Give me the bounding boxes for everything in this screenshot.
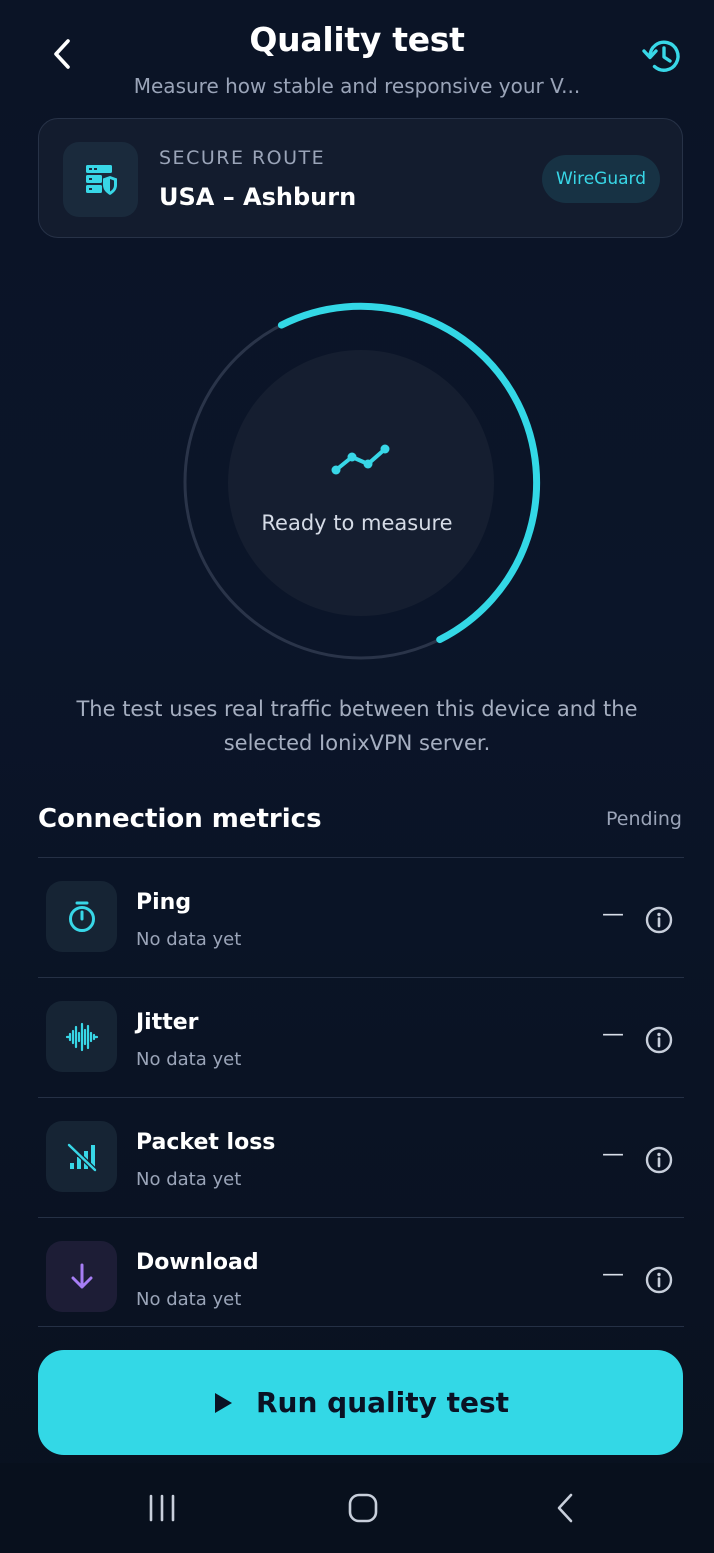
metric-name: Jitter [136, 1010, 199, 1035]
metric-row-download[interactable]: Download No data yet — [38, 1217, 684, 1327]
run-button-label: Run quality test [255, 1386, 510, 1419]
home-button[interactable] [338, 1485, 388, 1531]
trend-line-icon [331, 444, 390, 475]
history-button[interactable] [636, 32, 688, 80]
download-arrow-icon [71, 1263, 92, 1288]
page-subtitle: Measure how stable and responsive your V… [133, 74, 581, 98]
waveform-icon [65, 1022, 98, 1051]
info-button[interactable] [644, 1145, 674, 1175]
info-icon [645, 1146, 673, 1174]
metric-value: — [602, 902, 624, 927]
gauge-center [228, 350, 494, 616]
metrics-heading: Connection metrics [38, 804, 322, 834]
metric-icon-tile [46, 1121, 117, 1192]
home-icon [348, 1493, 378, 1523]
back-arrow-icon [557, 1493, 573, 1523]
metric-name: Download [136, 1250, 259, 1275]
recent-apps-icon [149, 1494, 175, 1522]
metric-value: — [602, 1262, 624, 1287]
metric-row-jitter[interactable]: Jitter No data yet — [38, 977, 684, 1097]
gauge-status-label: Ready to measure [261, 511, 453, 535]
quality-test-screen: Quality test Measure how stable and resp… [0, 0, 714, 1553]
signal-off-icon [66, 1142, 97, 1172]
route-name: USA – Ashburn [159, 183, 357, 211]
metric-icon-tile [46, 1241, 117, 1312]
metrics-list: Ping No data yet — Jitter No data yet — [38, 857, 684, 1327]
protocol-badge[interactable]: WireGuard [542, 155, 660, 203]
server-shield-icon [85, 164, 117, 195]
run-quality-test-button[interactable]: Run quality test [38, 1350, 683, 1455]
info-icon [645, 1266, 673, 1294]
metric-value: — [602, 1142, 624, 1167]
metric-row-packet-loss[interactable]: Packet loss No data yet — [38, 1097, 684, 1217]
route-kicker: SECURE ROUTE [159, 147, 326, 169]
metric-status: No data yet [136, 1289, 242, 1310]
stopwatch-icon [68, 901, 95, 932]
metric-name: Packet loss [136, 1130, 276, 1155]
play-icon [214, 1392, 232, 1413]
recent-apps-button[interactable] [137, 1485, 187, 1531]
route-icon-tile [63, 142, 138, 217]
system-back-button[interactable] [540, 1485, 590, 1531]
metric-status: No data yet [136, 1169, 242, 1190]
info-button[interactable] [644, 1265, 674, 1295]
metric-icon-tile [46, 1001, 117, 1072]
metric-status: No data yet [136, 1049, 242, 1070]
info-icon [645, 1026, 673, 1054]
test-explanation: The test uses real traffic between this … [76, 697, 638, 755]
metric-status: No data yet [136, 929, 242, 950]
page-title: Quality test [249, 20, 465, 59]
metrics-status: Pending [606, 808, 682, 830]
info-button[interactable] [644, 1025, 674, 1055]
metric-name: Ping [136, 890, 192, 915]
route-card[interactable]: SECURE ROUTE USA – Ashburn WireGuard [38, 118, 683, 238]
metric-icon-tile [46, 881, 117, 952]
info-button[interactable] [644, 905, 674, 935]
metric-row-ping[interactable]: Ping No data yet — [38, 857, 684, 977]
metric-value: — [602, 1022, 624, 1047]
system-navigation-bar [0, 1463, 714, 1553]
history-icon [642, 40, 680, 72]
info-icon [645, 906, 673, 934]
